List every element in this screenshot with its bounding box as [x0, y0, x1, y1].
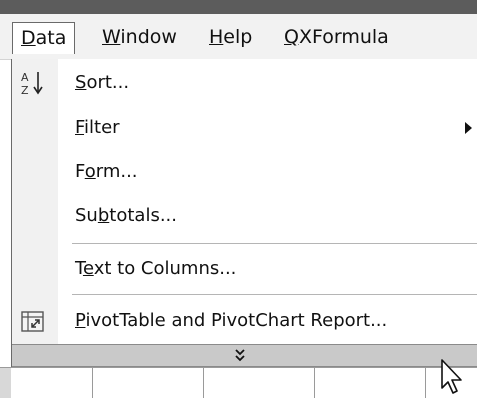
menu-data-label: ata — [35, 27, 67, 49]
menu-item-text-to-columns-label: Text to Columns... — [75, 258, 237, 279]
menu-window-mnemonic: W — [102, 26, 121, 48]
svg-text:Z: Z — [21, 84, 29, 97]
menu-window-label: indow — [120, 26, 177, 48]
menu-qxformula-label: XFormula — [298, 26, 389, 48]
menu-item-text-to-columns[interactable]: Text to Columns... — [12, 249, 477, 289]
column-gridline — [203, 368, 204, 398]
expand-menu-button[interactable] — [12, 344, 477, 367]
submenu-arrow-icon — [465, 122, 472, 134]
menu-item-sort[interactable]: A Z Sort... — [12, 63, 477, 103]
menu-item-sort-label: Sort... — [75, 72, 130, 93]
row-header — [0, 368, 11, 398]
menu-item-subtotals[interactable]: Subtotals... — [12, 196, 477, 236]
menu-data[interactable]: Data — [12, 22, 76, 54]
spreadsheet-grid[interactable] — [0, 367, 477, 398]
mouse-pointer-icon — [441, 359, 462, 394]
menu-help-label: elp — [223, 26, 253, 48]
menu-item-subtotals-label: Subtotals... — [75, 205, 177, 226]
menu-window[interactable]: Window — [94, 22, 185, 53]
svg-text:A: A — [21, 71, 29, 84]
menu-separator — [72, 243, 477, 244]
menu-data-mnemonic: D — [21, 27, 36, 49]
column-gridline — [425, 368, 426, 398]
double-chevron-down-icon — [235, 349, 245, 362]
menu-help[interactable]: Help — [201, 22, 260, 53]
menu-bar: Data Window Help QXFormula — [0, 14, 477, 60]
menu-help-mnemonic: H — [209, 26, 224, 48]
menu-item-filter[interactable]: Filter — [12, 108, 477, 148]
pivottable-icon — [21, 311, 44, 332]
menu-item-form-label: Form... — [75, 161, 138, 182]
menu-item-pivottable[interactable]: PivotTable and PivotChart Report... — [12, 301, 477, 341]
column-gridline — [314, 368, 315, 398]
menu-qxformula-mnemonic: Q — [284, 26, 299, 48]
menu-separator — [72, 294, 477, 295]
sort-ascending-icon: A Z — [21, 71, 43, 97]
menu-item-filter-label: Filter — [75, 117, 120, 138]
window-top-border — [0, 0, 477, 14]
menu-qxformula[interactable]: QXFormula — [276, 22, 397, 53]
menu-item-form[interactable]: Form... — [12, 152, 477, 192]
menu-item-pivottable-label: PivotTable and PivotChart Report... — [75, 310, 388, 331]
data-menu-dropdown: A Z Sort... Filter Form... Subtotals... … — [11, 59, 477, 367]
column-gridline — [92, 368, 93, 398]
